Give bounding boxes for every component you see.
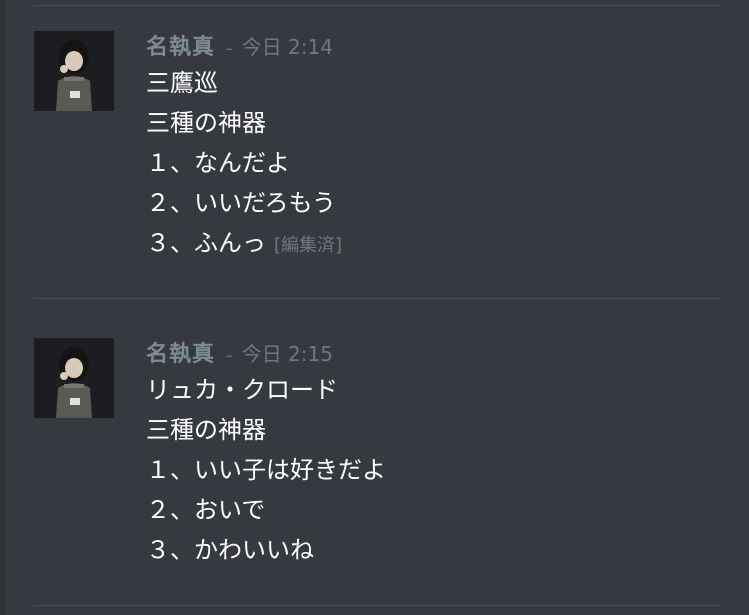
message-header: 名執真 - 今日 2:15	[146, 338, 706, 370]
message-line: １、なんだよ	[146, 149, 290, 177]
message-line: ２、おいで	[146, 496, 266, 524]
message-content: 名執真 - 今日 2:15 リュカ・クロード 三種の神器 １、いい子は好きだよ …	[146, 338, 706, 570]
message-header: 名執真 - 今日 2:14	[146, 31, 706, 63]
message-divider	[34, 298, 720, 299]
message-timestamp: 今日 2:15	[241, 342, 333, 366]
header-separator: -	[226, 38, 233, 59]
message-content: 名執真 - 今日 2:14 三鷹巡 三種の神器 １、なんだよ ２、いいだろもう …	[146, 31, 706, 263]
author-name[interactable]: 名執真	[146, 35, 215, 60]
message-line: ３、かわいいね	[146, 536, 314, 564]
left-edge	[0, 0, 6, 615]
user-avatar-icon[interactable]	[34, 31, 114, 111]
author-name[interactable]: 名執真	[146, 342, 215, 367]
message-line-last: ３、ふんっ [編集済]	[146, 223, 706, 263]
edited-label: [編集済]	[274, 235, 343, 256]
message-line: リュカ・クロード	[146, 376, 338, 404]
message-line: 三種の神器	[146, 109, 266, 137]
header-separator: -	[226, 345, 233, 366]
user-avatar-icon[interactable]	[34, 338, 114, 418]
message-divider	[34, 605, 720, 606]
message-line: ２、いいだろもう	[146, 189, 336, 217]
message-divider	[34, 5, 720, 6]
message-line: 三種の神器	[146, 416, 266, 444]
message-line-text: ３、ふんっ	[146, 229, 266, 257]
message-timestamp: 今日 2:14	[241, 35, 333, 59]
chat-view: 名執真 - 今日 2:14 三鷹巡 三種の神器 １、なんだよ ２、いいだろもう …	[0, 0, 749, 615]
message-line: １、いい子は好きだよ	[146, 456, 386, 484]
message-line: 三鷹巡	[146, 69, 218, 97]
